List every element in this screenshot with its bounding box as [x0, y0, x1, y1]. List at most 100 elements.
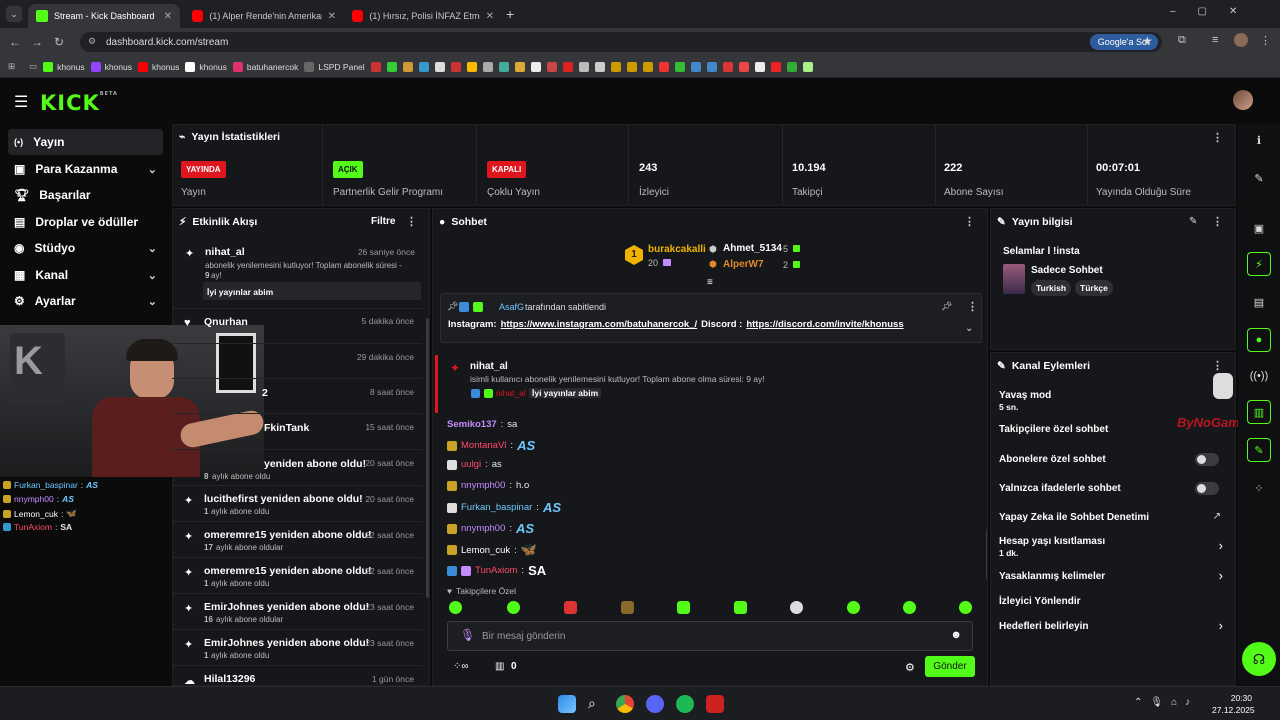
- emote-icon[interactable]: [564, 601, 577, 614]
- site-info-icon[interactable]: ⚙: [88, 36, 96, 47]
- tab-search-icon[interactable]: ⌄: [6, 6, 22, 22]
- support-icon[interactable]: ☊: [1242, 642, 1276, 676]
- bookmark-icon[interactable]: [722, 61, 733, 72]
- bookmark-icon[interactable]: [706, 61, 717, 72]
- bookmark-khonus-x[interactable]: khonus: [185, 61, 227, 72]
- bookmark-icon[interactable]: [578, 61, 589, 72]
- bookmark-icon[interactable]: [658, 61, 669, 72]
- emote-icon[interactable]: [734, 601, 747, 614]
- notes-icon[interactable]: ▤: [1247, 290, 1271, 314]
- reload-icon[interactable]: ↻: [48, 35, 70, 49]
- broadcast-icon[interactable]: ((•)): [1247, 364, 1271, 388]
- emote-icon[interactable]: [959, 601, 972, 614]
- close-icon[interactable]: ✕: [486, 11, 494, 22]
- tab-youtube-1[interactable]: (1) Alper Rende'nin Amerikan F... ✕: [184, 4, 344, 28]
- bookmark-icon[interactable]: [770, 61, 781, 72]
- ai-moderation-label[interactable]: Yapay Zeka ile Sohbet Denetimi: [999, 512, 1149, 523]
- bookmark-icon[interactable]: [402, 61, 413, 72]
- store-icon[interactable]: ▥: [495, 661, 504, 672]
- sidebar-item-studyo[interactable]: ◉ Stüdyo ⌄: [8, 235, 163, 261]
- activity-icon[interactable]: ⚡︎: [1247, 252, 1271, 276]
- bookmark-icon[interactable]: [450, 61, 461, 72]
- emote-icon[interactable]: [677, 601, 690, 614]
- emote-icon[interactable]: [621, 601, 634, 614]
- sidebar-item-yayin[interactable]: (•) Yayın: [8, 129, 163, 155]
- emote-icon[interactable]: [790, 601, 803, 614]
- bookmark-icon[interactable]: [546, 61, 557, 72]
- bookmark-khonus-twitch[interactable]: khonus: [90, 61, 132, 72]
- more-options-icon[interactable]: ⋮: [1212, 359, 1223, 372]
- chat-settings-icon[interactable]: ⚙: [905, 661, 915, 674]
- profile-avatar[interactable]: [1234, 33, 1248, 47]
- system-tray-icons[interactable]: ⌃🎙︎⌂♪: [1134, 697, 1198, 708]
- chevron-right-icon[interactable]: ›: [1219, 618, 1223, 633]
- extensions-icon[interactable]: ⧉: [1178, 34, 1186, 47]
- chevron-right-icon[interactable]: ›: [1219, 538, 1223, 553]
- points-icon[interactable]: ⁘: [1247, 476, 1271, 500]
- instagram-link[interactable]: https://www.instagram.com/batuhanercok_/: [501, 319, 698, 330]
- window-controls[interactable]: –▢✕: [1170, 6, 1259, 17]
- sidebar-item-kanal[interactable]: ▦ Kanal ⌄: [8, 262, 163, 288]
- forward-icon[interactable]: →: [26, 35, 48, 49]
- emote-icon[interactable]: [903, 601, 916, 614]
- activity-scrollbar[interactable]: [426, 318, 429, 598]
- subs-chat-toggle[interactable]: [1195, 453, 1219, 466]
- more-options-icon[interactable]: ⋮: [1212, 215, 1223, 228]
- start-icon[interactable]: [558, 695, 576, 713]
- bookmark-icon[interactable]: [738, 61, 749, 72]
- emote-icon[interactable]: [507, 601, 520, 614]
- goals-label[interactable]: Hedefleri belirleyin: [999, 621, 1088, 632]
- user-avatar[interactable]: [1233, 90, 1253, 110]
- unpin-icon[interactable]: 📌︎: [941, 301, 952, 312]
- sidebar-item-para-kazanma[interactable]: ▣ Para Kazanma ⌄: [8, 156, 163, 182]
- bookmark-icon[interactable]: [690, 61, 701, 72]
- chat-icon[interactable]: ●: [1247, 328, 1271, 352]
- info-icon[interactable]: ℹ: [1247, 128, 1271, 152]
- back-icon[interactable]: ←: [4, 35, 26, 49]
- more-options-icon[interactable]: ⋮: [964, 215, 975, 228]
- close-icon[interactable]: ✕: [164, 11, 172, 22]
- bookmark-icon[interactable]: [418, 61, 429, 72]
- folder-icon[interactable]: ▭: [29, 61, 37, 72]
- bookmark-icon[interactable]: [786, 61, 797, 72]
- more-options-icon[interactable]: ⋮: [967, 300, 978, 313]
- bookmark-khonus-youtube[interactable]: khonus: [138, 61, 179, 72]
- spotify-icon[interactable]: [676, 695, 694, 713]
- account-age-label[interactable]: Hesap yaşı kısıtlaması: [999, 536, 1105, 547]
- bookmark-icon[interactable]: [482, 61, 493, 72]
- app-icon[interactable]: [706, 695, 724, 713]
- emoji-icon[interactable]: ☻: [950, 629, 962, 641]
- bookmark-icon[interactable]: [386, 61, 397, 72]
- points-icon[interactable]: ⁘∞: [453, 661, 469, 672]
- new-tab-icon[interactable]: +: [506, 6, 514, 22]
- send-button[interactable]: Gönder: [925, 656, 975, 677]
- sidebar-item-basarilar[interactable]: 🏆︎ Başarılar: [8, 182, 163, 208]
- chrome-icon[interactable]: [616, 695, 634, 713]
- chevron-down-icon[interactable]: ⌄: [965, 323, 973, 334]
- close-icon[interactable]: ✕: [328, 11, 336, 22]
- sidebar-item-ayarlar[interactable]: ⚙ Ayarlar ⌄: [8, 288, 163, 314]
- bookmark-icon[interactable]: [754, 61, 765, 72]
- downloads-icon[interactable]: ≡: [1212, 34, 1218, 46]
- slow-mode-label[interactable]: Yavaş mod: [999, 390, 1051, 401]
- bookmark-star-icon[interactable]: ★: [1142, 34, 1153, 48]
- external-link-icon[interactable]: ↗: [1213, 511, 1221, 522]
- bookmark-icon[interactable]: [434, 61, 445, 72]
- search-icon[interactable]: ⌕: [588, 695, 606, 713]
- edit-icon[interactable]: ✎: [1189, 216, 1197, 227]
- raid-label[interactable]: İzleyici Yönlendir: [999, 596, 1081, 607]
- more-options-icon[interactable]: ⋮: [406, 215, 417, 228]
- filter-button[interactable]: Filtre: [371, 216, 395, 227]
- chevron-right-icon[interactable]: ›: [1219, 568, 1223, 583]
- kick-logo[interactable]: KICKBETA: [40, 91, 118, 115]
- chat-input-field[interactable]: 🎙︎ Bir mesaj gönderin ☻: [447, 621, 973, 651]
- bookmark-icon[interactable]: [514, 61, 525, 72]
- emote-icon[interactable]: [847, 601, 860, 614]
- chat-scrollbar[interactable]: [986, 529, 987, 579]
- edit-icon[interactable]: ✎: [1247, 166, 1271, 190]
- collapse-icon[interactable]: ≡: [707, 277, 713, 288]
- hamburger-menu-icon[interactable]: ☰: [14, 92, 28, 112]
- bookmark-lspd[interactable]: LSPD Panel: [304, 61, 365, 72]
- stats-icon[interactable]: ▥: [1247, 400, 1271, 424]
- emotes-chat-toggle[interactable]: [1195, 482, 1219, 495]
